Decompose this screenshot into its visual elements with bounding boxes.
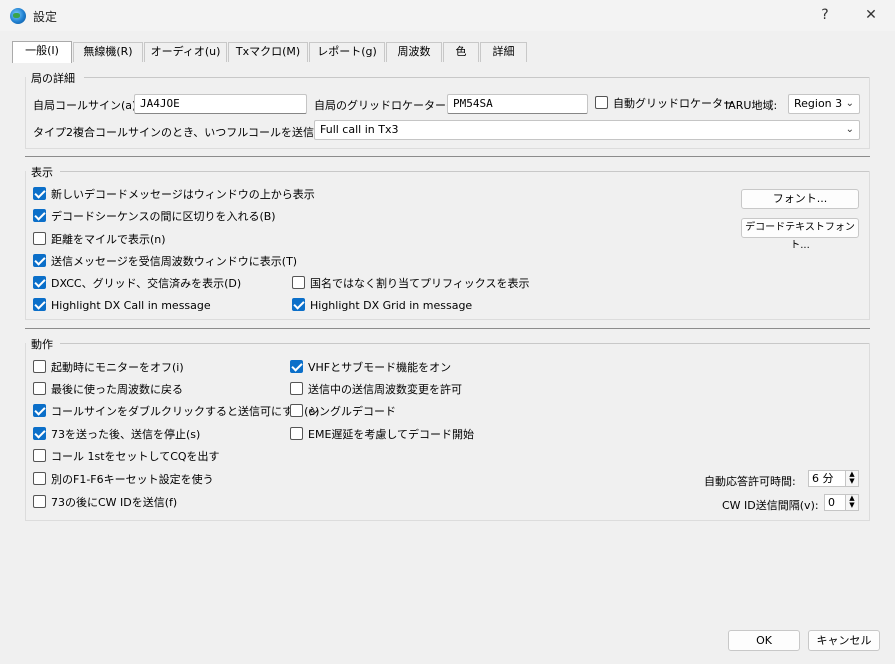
behavior-option[interactable]: 最後に使った周波数に戻る [33,382,183,398]
display-option-label: 送信メッセージを受信周波数ウィンドウに表示(T) [51,255,298,268]
display-option[interactable]: 送信メッセージを受信周波数ウィンドウに表示(T) [33,254,297,270]
behavior-option-label: 起動時にモニターをオフ(i) [51,361,184,374]
spin-arrows-icon[interactable]: ▲ ▼ [845,495,858,510]
window-title: 設定 [33,10,58,24]
behavior-option[interactable]: コールサインをダブルクリックすると送信可にする(e) [33,404,319,420]
behavior-option-label: VHFとサブモード機能をオン [308,361,452,374]
checkbox-box [33,360,46,373]
behavior-option-label: シングルデコード [308,405,396,418]
behavior-option[interactable]: 73を送った後、送信を停止(s) [33,427,200,443]
font-button[interactable]: フォント... [741,189,859,209]
cw-id-label: CW ID送信間隔(v): [722,499,819,512]
cw-id-spinbox[interactable]: 0 ▲ ▼ [824,494,859,511]
tab-advanced[interactable]: 詳細 [480,42,527,62]
behavior-option-label: 送信中の送信周波数変更を許可 [308,383,462,396]
tab-radio[interactable]: 無線機(R) [73,42,143,62]
behavior-option-label: 最後に使った周波数に戻る [51,383,183,396]
display-option[interactable]: 国名ではなく割り当てプリフィックスを表示 [292,276,529,292]
auto-grid-checkbox[interactable]: 自動グリッドロケーター [595,96,734,112]
checkbox-box [33,254,46,267]
iaru-label: IARU地域: [725,99,778,112]
chevron-down-icon: ⌄ [845,124,854,135]
checkbox-box [33,382,46,395]
auto-reply-label: 自動応答許可時間: [704,475,796,488]
tab-tx-macros[interactable]: Txマクロ(M) [228,42,308,62]
checkbox-box [33,232,46,245]
behavior-option-label: コールサインをダブルクリックすると送信可にする(e) [51,405,320,418]
type2-select[interactable]: Full call in Tx3 ⌄ [314,120,860,140]
divider [25,156,870,157]
behavior-option[interactable]: 73の後にCW IDを送信(f) [33,495,177,511]
behavior-option-label: 73の後にCW IDを送信(f) [51,496,178,509]
cw-id-value: 0 [828,496,835,509]
behavior-option[interactable]: 起動時にモニターをオフ(i) [33,360,184,376]
tab-reporting[interactable]: レポート(g) [309,42,385,62]
checkbox-box [33,449,46,462]
display-option-label: 国名ではなく割り当てプリフィックスを表示 [310,277,530,290]
behavior-option-label: コール 1stをセットしてCQを出す [51,450,220,463]
decode-font-button[interactable]: デコードテキストフォント... [741,218,859,251]
behavior-option[interactable]: 別のF1-F6キーセット設定を使う [33,472,214,488]
display-option[interactable]: デコードシーケンスの間に区切りを入れる(B) [33,209,276,225]
checkbox-box [33,187,46,200]
divider [25,328,870,329]
checkbox-box [292,298,305,311]
type2-label: タイプ2複合コールサインのとき、いつフルコールを送信するか: [33,126,351,139]
display-option-label: デコードシーケンスの間に区切りを入れる(B) [51,210,276,223]
tab-audio[interactable]: オーディオ(u) [144,42,227,62]
auto-reply-spinbox[interactable]: 6 分 ▲ ▼ [808,470,859,487]
display-option[interactable]: Highlight DX Call in message [33,298,211,314]
app-globe-icon [10,8,26,24]
behavior-option[interactable]: シングルデコード [290,404,396,420]
checkbox-box [595,96,608,109]
checkbox-box [33,298,46,311]
checkbox-box [33,404,46,417]
display-option[interactable]: DXCC、グリッド、交信済みを表示(D) [33,276,241,292]
display-option-label: DXCC、グリッド、交信済みを表示(D) [51,277,242,290]
behavior-option-label: 73を送った後、送信を停止(s) [51,428,201,441]
checkbox-box [290,404,303,417]
callsign-input[interactable]: JA4JOE [134,94,307,114]
checkbox-box [290,360,303,373]
behavior-option-label: EME遅延を考慮してデコード開始 [308,428,475,441]
checkbox-box [33,427,46,440]
grid-input[interactable]: PM54SA [447,94,588,114]
iaru-region-value: Region 3 [794,97,843,110]
checkbox-box [33,276,46,289]
behavior-option[interactable]: EME遅延を考慮してデコード開始 [290,427,474,443]
checkbox-box [33,495,46,508]
behavior-option[interactable]: コール 1stをセットしてCQを出す [33,449,220,465]
cancel-button[interactable]: キャンセル [808,630,880,651]
display-option-label: Highlight DX Grid in message [310,299,473,312]
checkbox-box [33,472,46,485]
title-bar: 設定 ? ✕ [0,0,895,31]
tab-colors[interactable]: 色 [443,42,479,62]
grid-label: 自局のグリッドロケーター(y): [314,99,465,112]
display-option-label: 距離をマイルで表示(n) [51,233,166,246]
behavior-option-label: 別のF1-F6キーセット設定を使う [51,473,214,486]
chevron-down-icon: ⌄ [845,98,854,109]
behavior-option[interactable]: 送信中の送信周波数変更を許可 [290,382,462,398]
display-option-label: Highlight DX Call in message [51,299,211,312]
display-option[interactable]: Highlight DX Grid in message [292,298,472,314]
display-option[interactable]: 新しいデコードメッセージはウィンドウの上から表示 [33,187,315,203]
iaru-region-select[interactable]: Region 3 ⌄ [788,94,860,114]
tab-general[interactable]: 一般(I) [12,41,72,63]
display-option-label: 新しいデコードメッセージはウィンドウの上から表示 [51,188,315,201]
ok-button[interactable]: OK [728,630,800,651]
spin-arrows-icon[interactable]: ▲ ▼ [845,471,858,486]
type2-value: Full call in Tx3 [320,123,399,136]
help-button[interactable]: ? [806,2,844,29]
tab-frequencies[interactable]: 周波数 [386,42,442,62]
checkbox-box [290,382,303,395]
auto-reply-value: 6 分 [812,472,834,485]
checkbox-box [292,276,305,289]
checkbox-box [290,427,303,440]
checkbox-box [33,209,46,222]
display-option[interactable]: 距離をマイルで表示(n) [33,232,166,248]
auto-grid-label: 自動グリッドロケーター [613,97,734,110]
callsign-label: 自局コールサイン(a): [33,99,141,112]
close-button[interactable]: ✕ [852,2,890,29]
behavior-option[interactable]: VHFとサブモード機能をオン [290,360,451,376]
